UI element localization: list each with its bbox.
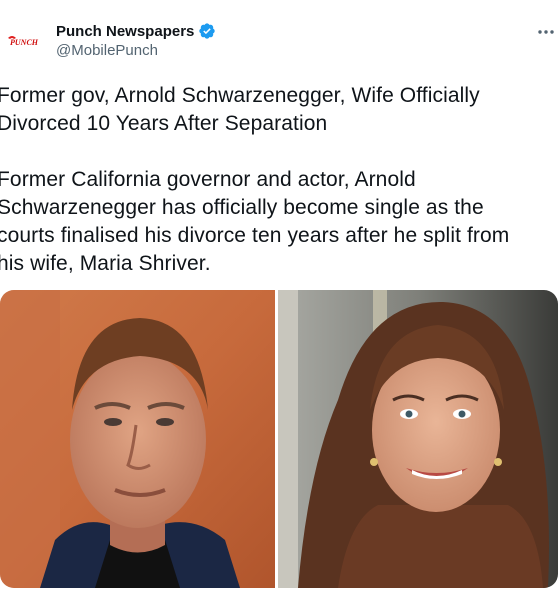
display-name[interactable]: Punch Newspapers	[56, 23, 194, 40]
arnold-schwarzenegger-photo[interactable]	[0, 290, 275, 588]
tweet-body: Former California governor and actor, Ar…	[0, 168, 510, 275]
display-name-row[interactable]: Punch Newspapers	[56, 22, 216, 40]
tweet-card[interactable]: PUNCH Punch Newspapers @MobilePunch Form…	[0, 0, 558, 599]
tweet-headline: Former gov, Arnold Schwarzenegger, Wife …	[0, 84, 480, 135]
tweet-text: Former gov, Arnold Schwarzenegger, Wife …	[0, 82, 558, 278]
tweet-media[interactable]	[0, 290, 558, 588]
user-handle[interactable]: @MobilePunch	[56, 42, 158, 59]
more-options-icon[interactable]	[536, 22, 556, 42]
verified-badge-icon	[198, 22, 216, 40]
avatar-logo-text: PUNCH	[10, 38, 39, 47]
avatar[interactable]: PUNCH	[0, 17, 48, 65]
punch-logo: PUNCH	[0, 17, 48, 65]
maria-shriver-photo[interactable]	[278, 290, 558, 588]
